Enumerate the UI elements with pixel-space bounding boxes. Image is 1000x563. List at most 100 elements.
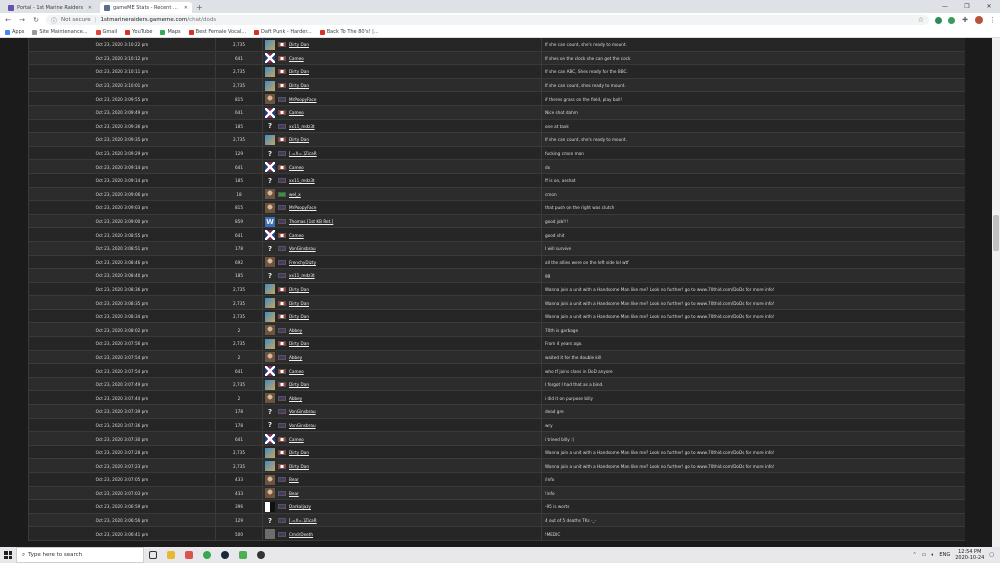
- player-name-link[interactable]: Dirty Dan: [289, 137, 309, 142]
- language-indicator[interactable]: ENG: [939, 552, 950, 558]
- player-name-link[interactable]: Thomas [1st KB Ret.]: [289, 219, 333, 224]
- player-name-link[interactable]: MrPoopyFace: [289, 205, 316, 210]
- unknown-avatar-icon[interactable]: ?: [265, 271, 275, 281]
- reload-icon[interactable]: ↻: [32, 16, 40, 24]
- player-avatar[interactable]: [265, 434, 275, 445]
- player-avatar[interactable]: [265, 80, 275, 91]
- unknown-avatar-icon[interactable]: ?: [265, 149, 275, 159]
- profile-avatar[interactable]: [975, 16, 983, 24]
- player-name-link[interactable]: Abbey: [289, 396, 302, 401]
- bookmark-item[interactable]: Best Female Vocal...: [188, 29, 246, 35]
- new-tab-button[interactable]: +: [196, 2, 203, 13]
- player-name-link[interactable]: Dirty Dan: [289, 314, 309, 319]
- minimize-icon[interactable]: —: [934, 0, 956, 13]
- player-name-link[interactable]: Cameo: [289, 165, 304, 170]
- player-name-link[interactable]: FrenchyDizty: [289, 260, 316, 265]
- player-name-link[interactable]: Cameo: [289, 437, 304, 442]
- bookmark-item[interactable]: Back To The 80's! |...: [319, 29, 379, 35]
- player-name-link[interactable]: Dirty Dan: [289, 464, 309, 469]
- player-avatar[interactable]: W: [265, 216, 275, 227]
- player-name-link[interactable]: VonGinsbrau: [289, 423, 316, 428]
- player-name-link[interactable]: Dirty Dan: [289, 69, 309, 74]
- close-window-icon[interactable]: ✕: [978, 0, 1000, 13]
- chrome-icon[interactable]: [198, 547, 216, 563]
- bookmark-item[interactable]: Site Maintenance...: [32, 29, 88, 35]
- steam-icon[interactable]: [216, 547, 234, 563]
- player-avatar[interactable]: [265, 298, 275, 309]
- player-avatar[interactable]: [265, 107, 275, 118]
- player-avatar[interactable]: [265, 461, 275, 472]
- back-arrow-icon[interactable]: ←: [4, 16, 12, 24]
- tab-gameme-stats[interactable]: gameME Stats - Recent Chat Log ✕: [100, 2, 192, 13]
- unknown-avatar-icon[interactable]: ?: [265, 516, 275, 526]
- player-name-link[interactable]: Dirty Dan: [289, 450, 309, 455]
- player-name-link[interactable]: Bear: [289, 491, 299, 496]
- address-bar[interactable]: ⓘ Not secure | 1stmarineraiders.gameme.c…: [46, 15, 929, 25]
- extension-green-icon[interactable]: [948, 16, 955, 24]
- bookmark-star-icon[interactable]: ☆: [918, 16, 924, 24]
- player-avatar[interactable]: [265, 393, 275, 404]
- player-avatar[interactable]: [265, 162, 275, 173]
- scrollbar-thumb[interactable]: [993, 215, 999, 251]
- unknown-avatar-icon[interactable]: ?: [265, 176, 275, 186]
- bookmark-item[interactable]: YouTube: [125, 29, 152, 35]
- player-avatar[interactable]: [265, 94, 275, 105]
- player-name-link[interactable]: Abbey: [289, 328, 302, 333]
- unknown-avatar-icon[interactable]: ?: [265, 244, 275, 254]
- extensions-puzzle-icon[interactable]: ✚: [961, 16, 969, 24]
- info-icon[interactable]: ⓘ: [51, 16, 57, 25]
- clock[interactable]: 12:54 PM 2020-10-24: [955, 549, 984, 561]
- player-avatar[interactable]: [265, 66, 275, 77]
- player-name-link[interactable]: Dirty Dan: [289, 42, 309, 47]
- notification-icon[interactable]: ▢: [989, 552, 994, 558]
- player-avatar[interactable]: [265, 134, 275, 145]
- taskbar-search[interactable]: ⌕ Type here to search: [16, 547, 144, 563]
- volume-icon[interactable]: 🔈︎: [931, 552, 934, 558]
- player-avatar[interactable]: [265, 352, 275, 363]
- network-icon[interactable]: ▭: [922, 552, 927, 558]
- player-name-link[interactable]: xx11_mdz3t: [289, 273, 315, 278]
- bookmark-item[interactable]: Maps: [160, 29, 181, 35]
- player-name-link[interactable]: Darkaljazy: [289, 504, 311, 509]
- player-name-link[interactable]: xx11_mdz3t: [289, 178, 315, 183]
- snip-tool-icon[interactable]: [180, 547, 198, 563]
- task-view-icon[interactable]: [144, 547, 162, 563]
- file-explorer-icon[interactable]: [162, 547, 180, 563]
- bookmark-item[interactable]: Apps: [5, 29, 24, 35]
- player-avatar[interactable]: [265, 230, 275, 241]
- unknown-avatar-icon[interactable]: ?: [265, 407, 275, 417]
- player-name-link[interactable]: Dirty Dan: [289, 382, 309, 387]
- extension-shield-icon[interactable]: [935, 16, 942, 24]
- player-name-link[interactable]: Bear: [289, 477, 299, 482]
- player-avatar[interactable]: [265, 488, 275, 499]
- xbox-icon[interactable]: [252, 547, 270, 563]
- player-name-link[interactable]: CmdrDeeth: [289, 532, 313, 537]
- player-name-link[interactable]: VonGinsbrau: [289, 409, 316, 414]
- player-avatar[interactable]: [265, 366, 275, 377]
- player-avatar[interactable]: [265, 501, 275, 512]
- unknown-avatar-icon[interactable]: ?: [265, 420, 275, 430]
- player-avatar[interactable]: [265, 39, 275, 50]
- bookmark-item[interactable]: Daft Punk - Harder...: [254, 29, 312, 35]
- player-avatar[interactable]: [265, 529, 275, 540]
- player-name-link[interactable]: MrPoopyFace: [289, 97, 316, 102]
- maximize-icon[interactable]: ❐: [956, 0, 978, 13]
- player-name-link[interactable]: Cameo: [289, 110, 304, 115]
- player-name-link[interactable]: Abbey: [289, 355, 302, 360]
- player-name-link[interactable]: xx11_mdz3t: [289, 124, 315, 129]
- player-avatar[interactable]: [265, 189, 275, 200]
- player-name-link[interactable]: Dirty Dan: [289, 83, 309, 88]
- player-name-link[interactable]: Cameo: [289, 233, 304, 238]
- player-avatar[interactable]: [265, 338, 275, 349]
- start-button[interactable]: [0, 547, 16, 563]
- player-avatar[interactable]: [265, 325, 275, 336]
- player-avatar[interactable]: [265, 284, 275, 295]
- player-avatar[interactable]: [265, 202, 275, 213]
- player-name-link[interactable]: wel_x: [289, 192, 301, 197]
- player-avatar[interactable]: [265, 474, 275, 485]
- page-scrollbar[interactable]: [992, 38, 1000, 547]
- player-name-link[interactable]: Dirty Dan: [289, 341, 309, 346]
- bookmark-item[interactable]: Gmail: [95, 29, 117, 35]
- player-name-link[interactable]: Dirty Dan: [289, 287, 309, 292]
- unknown-avatar-icon[interactable]: ?: [265, 121, 275, 131]
